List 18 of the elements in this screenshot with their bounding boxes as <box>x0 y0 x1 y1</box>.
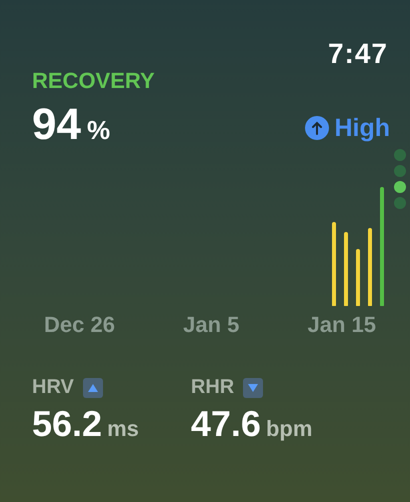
page-dot[interactable] <box>394 149 406 161</box>
page-dot[interactable] <box>394 165 406 177</box>
recovery-value: 94 <box>32 100 81 150</box>
page-dot[interactable] <box>394 197 406 209</box>
metric-unit: bpm <box>266 416 312 442</box>
axis-label: Dec 26 <box>44 312 115 338</box>
clock-time: 7:47 <box>328 38 388 70</box>
metric-label: RHR <box>190 376 234 399</box>
metric-value: 56.2 <box>32 403 102 445</box>
axis-label: Jan 5 <box>183 312 240 338</box>
page-dot[interactable] <box>394 181 406 193</box>
recovery-title: RECOVERY <box>32 68 156 94</box>
metric-label: HRV <box>32 376 74 399</box>
percent-unit: % <box>86 115 110 146</box>
metric-unit: ms <box>107 416 139 442</box>
status-label: High <box>334 114 390 142</box>
axis-label: Jan 15 <box>308 312 376 338</box>
metric-value: 47.6 <box>190 403 261 445</box>
